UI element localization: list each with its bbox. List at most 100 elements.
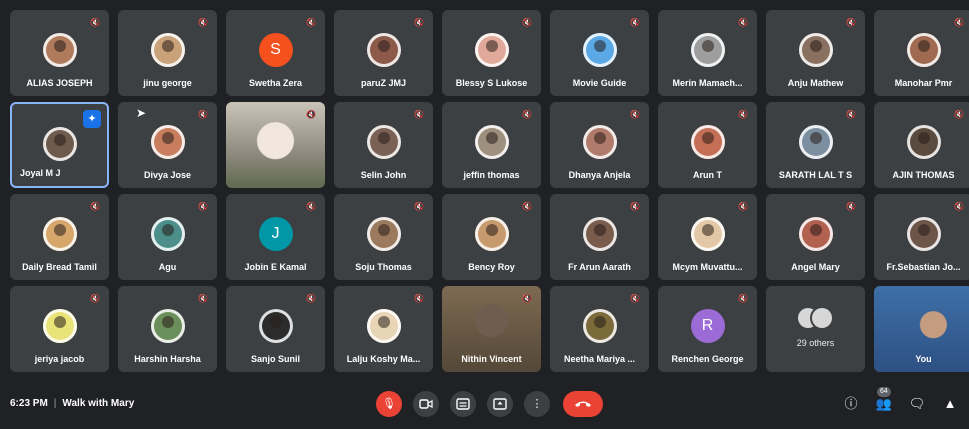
participant-name: Blessy S Lukose: [455, 78, 528, 88]
participant-tile[interactable]: 🔇 Fr Arun Aarath: [550, 194, 649, 280]
participant-tile[interactable]: 🔇 Merin Mamach...: [658, 10, 757, 96]
participant-tile[interactable]: R 🔇 Renchen George: [658, 286, 757, 372]
participant-tile[interactable]: 🔇 Agu: [118, 194, 217, 280]
mic-muted-icon: 🔇: [738, 294, 748, 303]
mic-muted-icon: 🔇: [306, 18, 316, 27]
participant-tile[interactable]: 🔇 Anju Mathew: [766, 10, 865, 96]
participant-name: Daily Bread Tamil: [22, 262, 97, 272]
avatar: [690, 125, 725, 159]
people-button[interactable]: 64 👥: [874, 387, 894, 414]
mic-muted-icon: 🔇: [738, 18, 748, 27]
participant-tile[interactable]: 🔇 Neetha Mariya ...: [550, 286, 649, 372]
avatar: [150, 217, 185, 251]
participant-tile[interactable]: 🔇 Movie Guide: [550, 10, 649, 96]
avatar: [366, 217, 401, 251]
participant-tile[interactable]: S 🔇 Swetha Zera: [226, 10, 325, 96]
participant-name: Dhanya Anjela: [568, 170, 631, 180]
participant-tile[interactable]: 🔇 Sanjo Sunil: [226, 286, 325, 372]
avatar: [798, 125, 833, 159]
participant-tile[interactable]: 🔇 Manohar Pmr: [874, 10, 969, 96]
participant-tile[interactable]: 🔇 jinu george: [118, 10, 217, 96]
activities-button[interactable]: ▲: [940, 394, 960, 414]
mic-muted-icon: 🔇: [414, 202, 424, 211]
mic-muted-icon: 🔇: [846, 110, 856, 119]
mic-muted-icon: 🔇: [90, 294, 100, 303]
meeting-title: Walk with Mary: [62, 398, 135, 409]
participant-tile[interactable]: 🔇 Selin John: [334, 102, 433, 188]
pin-icon[interactable]: ✦: [83, 110, 101, 128]
participant-tile[interactable]: 🔇 Angel Mary: [766, 194, 865, 280]
avatar: [582, 309, 617, 343]
present-icon: [493, 398, 507, 410]
participant-tile[interactable]: 🔇 jeffin thomas: [442, 102, 541, 188]
mic-muted-icon: 🔇: [954, 18, 964, 27]
participant-name: paruZ JMJ: [360, 78, 406, 88]
avatar: [582, 33, 617, 67]
participant-name: Harshin Harsha: [134, 354, 201, 364]
end-call-button[interactable]: [563, 391, 603, 417]
avatar: [366, 309, 401, 343]
participant-tile[interactable]: 🔇 Dhanya Anjela: [550, 102, 649, 188]
participant-tile[interactable]: 🔇 AJIN THOMAS: [874, 102, 969, 188]
participant-tile[interactable]: 🔇 Nithin Vincent: [442, 286, 541, 372]
participant-tile[interactable]: 🔇 Soju Thomas: [334, 194, 433, 280]
participant-tile[interactable]: 🔇 Daily Bread Tamil: [10, 194, 109, 280]
participant-tile[interactable]: 🔇: [226, 102, 325, 188]
avatar: [582, 125, 617, 159]
camera-button[interactable]: [413, 391, 439, 417]
avatar: [366, 33, 401, 67]
participant-tile[interactable]: 🔇 Arun T: [658, 102, 757, 188]
mic-muted-icon: 🔇: [522, 294, 532, 303]
participant-tile[interactable]: 🔇 Mcym Muvattu...: [658, 194, 757, 280]
participant-name: Renchen George: [671, 354, 744, 364]
participant-tile[interactable]: You: [874, 286, 969, 372]
participant-tile[interactable]: J 🔇 Jobin E Kamal: [226, 194, 325, 280]
mic-off-button[interactable]: 🎙: [376, 391, 402, 417]
participant-name: Agu: [158, 262, 177, 272]
participant-name: You: [915, 354, 932, 364]
captions-button[interactable]: [450, 391, 476, 417]
participant-tile[interactable]: 🔇 ALIAS JOSEPH: [10, 10, 109, 96]
participant-tile[interactable]: 🔇 Harshin Harsha: [118, 286, 217, 372]
participant-tile[interactable]: ✦ Joyal M J: [10, 102, 109, 188]
participant-tile[interactable]: 🔇 Fr.Sebastian Jo...: [874, 194, 969, 280]
mic-muted-icon: 🔇: [846, 18, 856, 27]
mic-muted-icon: 🔇: [198, 202, 208, 211]
mic-muted-icon: 🔇: [90, 18, 100, 27]
mic-muted-icon: 🔇: [414, 294, 424, 303]
meeting-details-button[interactable]: ⓘ: [841, 394, 861, 414]
participant-tile[interactable]: 🔇 SARATH LAL T S: [766, 102, 865, 188]
participant-tile[interactable]: 🔇 Divya Jose: [118, 102, 217, 188]
chat-button[interactable]: 🗨: [907, 394, 927, 414]
avatar: [906, 217, 941, 251]
people-icon: 👥: [875, 396, 893, 411]
participant-tile[interactable]: 🔇 Bency Roy: [442, 194, 541, 280]
avatar: [690, 217, 725, 251]
avatar: [798, 33, 833, 67]
avatar: J: [258, 217, 293, 251]
participant-tile[interactable]: 29 others: [766, 286, 865, 372]
avatar: [582, 217, 617, 251]
mic-muted-icon: 🔇: [738, 202, 748, 211]
participant-name: Arun T: [693, 170, 722, 180]
participant-name: Soju Thomas: [355, 262, 412, 272]
avatar: [906, 33, 941, 67]
avatar: [798, 217, 833, 251]
participant-tile[interactable]: 🔇 Blessy S Lukose: [442, 10, 541, 96]
info-icon: ⓘ: [844, 396, 858, 411]
present-button[interactable]: [487, 391, 513, 417]
avatar: [150, 125, 185, 159]
participant-name: jeffin thomas: [463, 170, 520, 180]
more-options-button[interactable]: ⋮: [524, 391, 550, 417]
participant-tile[interactable]: 🔇 paruZ JMJ: [334, 10, 433, 96]
avatar: [474, 33, 509, 67]
others-count-label: 29 others: [796, 338, 835, 348]
participant-tile[interactable]: 🔇 jeriya jacob: [10, 286, 109, 372]
participant-name: Bency Roy: [468, 262, 515, 272]
avatar: R: [690, 309, 725, 343]
others-avatars: [797, 308, 834, 330]
mic-muted-icon: 🔇: [198, 110, 208, 119]
captions-icon: [456, 398, 470, 410]
participant-tile[interactable]: 🔇 Lalju Koshy Ma...: [334, 286, 433, 372]
avatar: [366, 125, 401, 159]
